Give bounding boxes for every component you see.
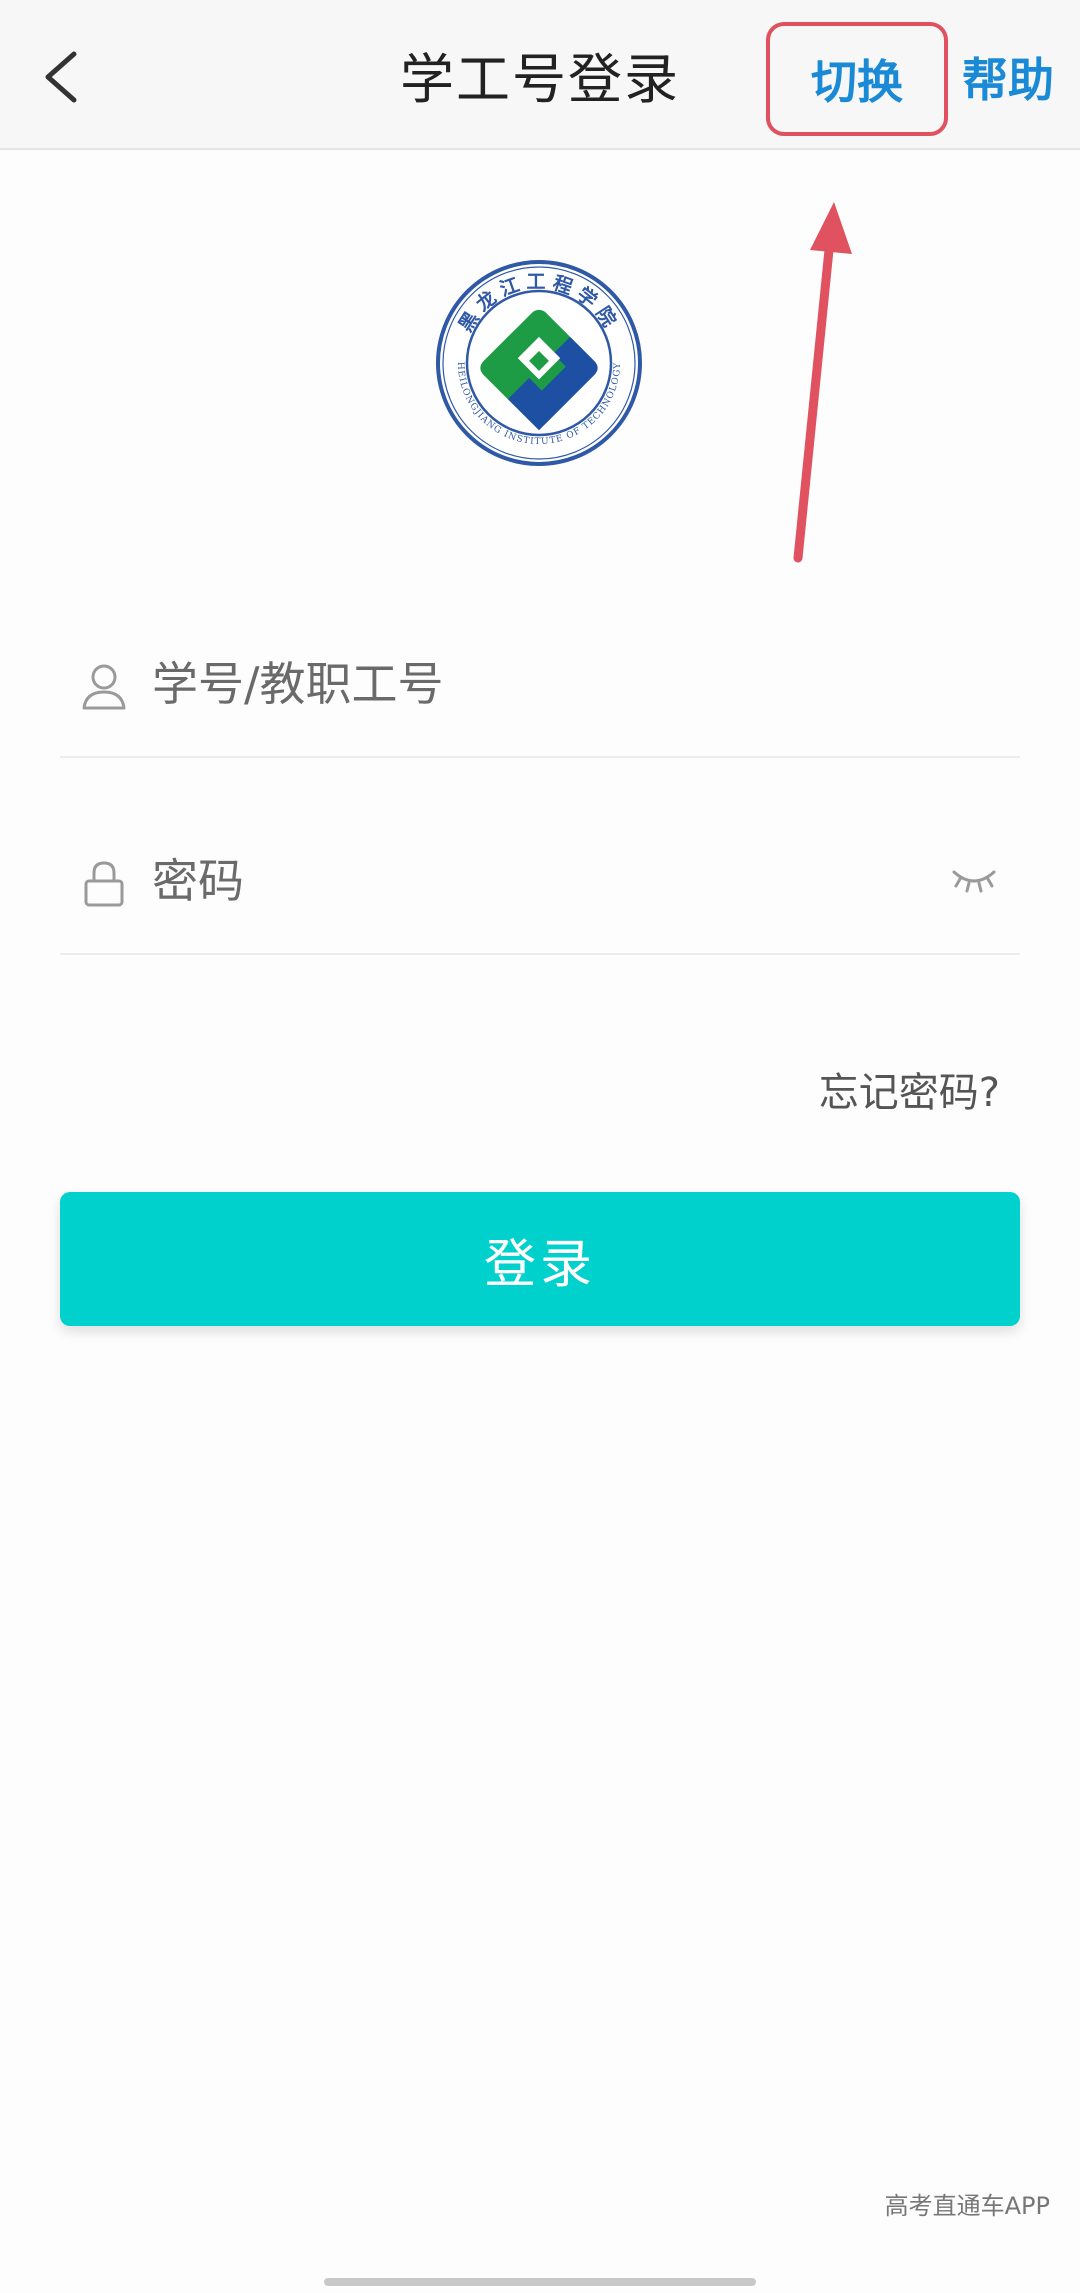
password-input[interactable] (152, 843, 912, 919)
login-button[interactable]: 登录 (60, 1192, 1020, 1326)
user-icon (82, 664, 126, 710)
forgot-password-link[interactable]: 忘记密码? (819, 1060, 1000, 1118)
home-indicator[interactable] (324, 2278, 756, 2286)
password-field (60, 805, 1020, 955)
username-input[interactable] (152, 646, 912, 722)
switch-button[interactable]: 切换 (766, 22, 948, 136)
nav-bar: 学工号登录 切换 帮助 (0, 0, 1080, 150)
annotation-arrow (793, 202, 852, 563)
watermark: 高考直通车APP (884, 2192, 1050, 2220)
eye-closed-icon[interactable] (950, 860, 998, 900)
school-logo: 黑龙江工程学院 HEILONGJIANG INSTITUTE OF TECHNO… (436, 260, 642, 466)
lock-icon (84, 861, 124, 907)
help-button[interactable]: 帮助 (962, 45, 1054, 115)
username-field (60, 608, 1020, 758)
